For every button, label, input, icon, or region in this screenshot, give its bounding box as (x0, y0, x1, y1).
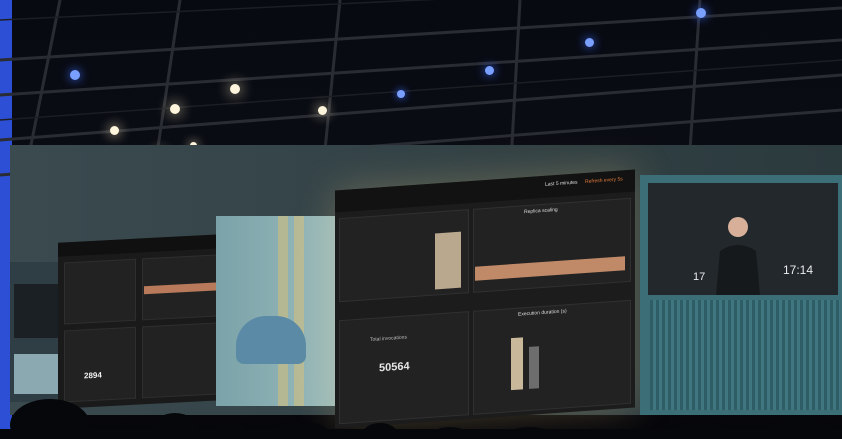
presenter-figure (716, 217, 760, 295)
total-count: 2894 (84, 370, 102, 381)
right-side-screen: 17 17:14 (640, 175, 842, 415)
graph-fill (435, 231, 461, 290)
striped-graphic (650, 300, 840, 410)
ceiling-light (230, 84, 240, 94)
duration-spike (511, 337, 523, 391)
panel-title: Execution duration (s) (518, 308, 567, 318)
ceiling-light (318, 106, 327, 115)
ceiling-light (70, 70, 80, 80)
presenter-video: 17 17:14 (648, 183, 838, 295)
dashboard-panel-left: 2894 (58, 233, 241, 409)
whale-shape (236, 316, 306, 364)
clock-main: 17:14 (783, 263, 814, 277)
graph-panel (64, 326, 136, 403)
duration-bar (529, 346, 539, 389)
time-range-label: Last 5 minutes (545, 179, 578, 188)
ceiling-light (170, 104, 180, 114)
mascot-graphic (216, 216, 338, 406)
audience-silhouettes (0, 399, 842, 439)
camera-feed (14, 284, 58, 338)
graphic-stripe (294, 216, 304, 406)
stage-scene: 2894 Last 5 minutes Refresh every 5s Rep… (0, 0, 842, 439)
clock-small: 17 (693, 271, 706, 283)
camera-feed-lower (14, 354, 58, 394)
ceiling-light (110, 126, 119, 135)
dashboard-panel-main: Last 5 minutes Refresh every 5s Replica … (335, 169, 635, 429)
graphic-stripe (278, 216, 288, 406)
ceiling-light (485, 66, 494, 75)
panel-title: Replica scaling (524, 206, 558, 216)
ceiling-light (397, 90, 405, 98)
total-label: Total invocations (370, 334, 407, 344)
ceiling-light (696, 8, 706, 18)
graph-panel (64, 258, 136, 325)
total-invocations-number: 50564 (379, 360, 410, 375)
ceiling-light (585, 38, 594, 47)
refresh-label: Refresh every 5s (585, 176, 623, 186)
